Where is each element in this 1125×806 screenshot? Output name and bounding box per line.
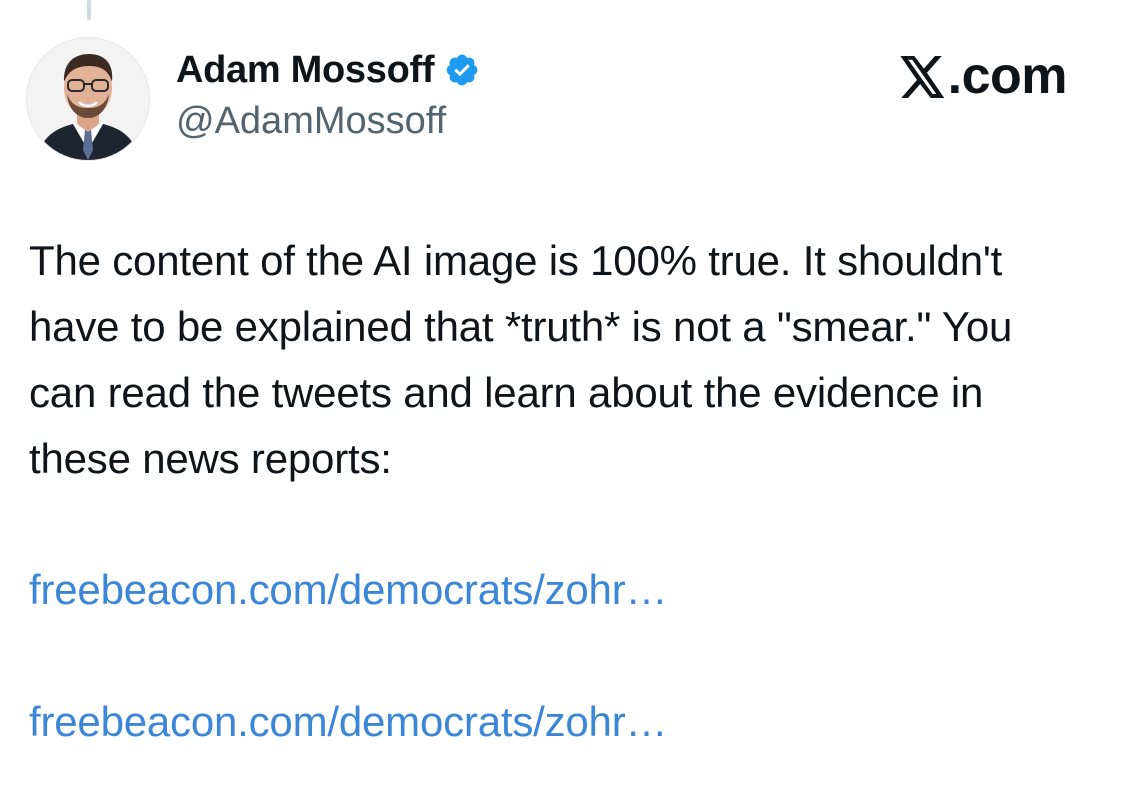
x-logo-icon [900, 54, 946, 99]
tweet-link-2[interactable]: freebeacon.com/democrats/zohr… [29, 697, 667, 747]
brand-domain-text: .com [947, 47, 1068, 105]
x-brand: .com [900, 47, 1068, 105]
thread-connector-line [87, 0, 91, 20]
avatar[interactable] [27, 38, 149, 160]
author-name-row[interactable]: Adam Mossoff [176, 48, 480, 92]
author-display-name[interactable]: Adam Mossoff [176, 48, 435, 92]
profile-photo [27, 38, 149, 160]
verified-badge-icon [444, 52, 480, 88]
tweet-text: The content of the AI image is 100% true… [29, 228, 1089, 492]
tweet-text-content: The content of the AI image is 100% true… [29, 237, 1013, 482]
author-handle[interactable]: @AdamMossoff [176, 99, 446, 143]
tweet-link-1[interactable]: freebeacon.com/democrats/zohr… [29, 565, 667, 615]
